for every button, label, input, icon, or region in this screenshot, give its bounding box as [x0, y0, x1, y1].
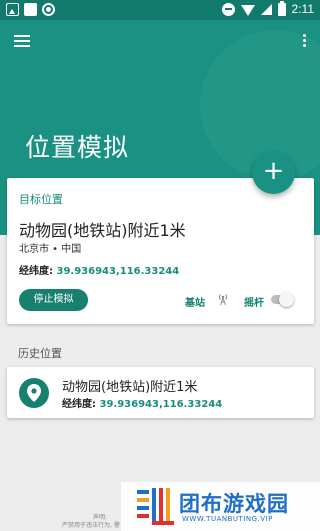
add-location-button[interactable]: + [252, 151, 295, 194]
record-notification-icon [42, 3, 55, 16]
joystick-toggle[interactable] [269, 292, 294, 307]
history-coord-label: 经纬度: [62, 399, 96, 410]
history-coord-value: 39.936943,116.33244 [99, 399, 223, 410]
joystick-label: 摇杆 [244, 298, 264, 309]
target-location-label: 目标位置 [19, 193, 63, 206]
history-place-name: 动物园(地铁站)附近1米 [62, 380, 198, 395]
wifi-icon [240, 4, 255, 16]
disclaimer-line-2: 严禁用于违法行为, 警 [62, 522, 120, 529]
target-city: 北京市 • 中国 [19, 244, 82, 255]
coord-value: 39.936943,116.33244 [56, 266, 180, 277]
watermark-title: 团布游戏园 [179, 492, 289, 516]
battery-icon [277, 0, 286, 16]
target-coordinates: 经纬度: 39.936943,116.33244 [19, 262, 179, 277]
target-location-card: 目标位置 动物园(地铁站)附近1米 北京市 • 中国 经纬度: 39.93694… [7, 178, 314, 324]
watermark-subtitle: WWW.TUANBUTING.VIP [182, 515, 273, 523]
stop-simulation-button[interactable]: 停止模拟 [19, 289, 88, 311]
signal-icon [260, 3, 272, 15]
footer: 声明: 严禁用于违法行为, 警 团布游戏园 WWW.TUANBUTING.VIP [0, 480, 320, 531]
history-coordinates: 经纬度: 39.936943,116.33244 [62, 395, 222, 410]
image-notification-icon [6, 3, 19, 16]
page-title: 位置模拟 [25, 133, 130, 162]
app-notification-icon [24, 3, 37, 16]
history-item[interactable]: 动物园(地铁站)附近1米 经纬度: 39.936943,116.33244 [7, 367, 314, 418]
menu-icon[interactable] [14, 35, 30, 47]
antenna-icon[interactable] [216, 292, 230, 306]
history-section-title: 历史位置 [18, 347, 62, 360]
more-options-icon[interactable] [302, 34, 308, 48]
status-bar: 2:11 [0, 0, 320, 20]
watermark-logo [137, 488, 174, 525]
location-pin-icon [19, 378, 49, 408]
status-time: 2:11 [291, 2, 314, 16]
coord-label: 经纬度: [19, 266, 53, 277]
watermark: 团布游戏园 WWW.TUANBUTING.VIP [121, 482, 320, 531]
do-not-disturb-icon [221, 2, 235, 16]
target-place-name: 动物园(地铁站)附近1米 [19, 221, 186, 240]
base-station-label[interactable]: 基站 [185, 294, 205, 309]
